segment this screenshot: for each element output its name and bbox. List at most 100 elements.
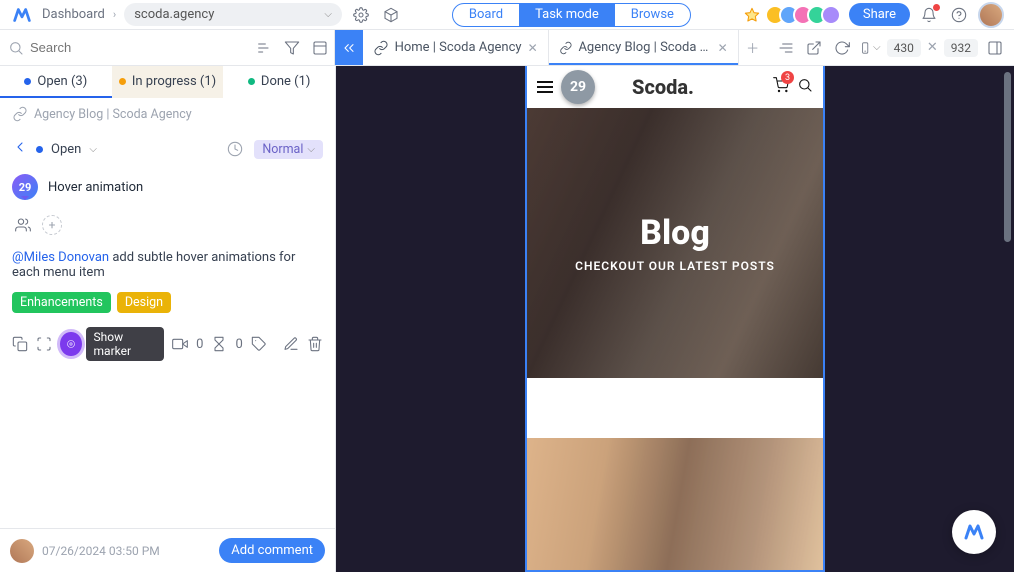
cube-icon[interactable] (380, 4, 402, 26)
marker-icon[interactable] (60, 332, 81, 356)
help-fab[interactable] (952, 510, 996, 554)
marker-bubble[interactable]: 29 (561, 70, 595, 104)
chevron-down-icon[interactable]: ⌵ (89, 144, 97, 155)
edit-icon[interactable] (283, 335, 299, 353)
video-icon[interactable] (172, 335, 188, 353)
time-count: 0 (236, 337, 243, 352)
search-field[interactable] (0, 30, 250, 65)
mode-board[interactable]: Board (453, 4, 519, 26)
preview-area: 29 Scoda. 3 Blog CHECKOUT OUR LATEST POS… (336, 66, 1014, 572)
status-open[interactable]: Open (3) (0, 66, 112, 98)
status-inprogress[interactable]: In progress (1) (112, 66, 224, 98)
open-external-icon[interactable] (803, 37, 825, 59)
add-tab-button[interactable]: ＋ (739, 38, 767, 57)
notifications-icon[interactable] (918, 4, 940, 26)
panels-icon[interactable] (984, 37, 1006, 59)
toolbar: Home | Scoda Agency ✕ Agency Blog | Scod… (0, 30, 1014, 66)
scrollbar-thumb[interactable] (1004, 72, 1011, 242)
mode-browse[interactable]: Browse (615, 4, 690, 26)
cart-icon[interactable]: 3 (773, 77, 789, 97)
people-icon[interactable] (12, 214, 34, 236)
app-logo[interactable] (10, 3, 34, 27)
hero-subtitle: CHECKOUT OUR LATEST POSTS (575, 259, 775, 273)
profile-avatar[interactable] (978, 2, 1004, 28)
close-icon[interactable]: ✕ (528, 41, 538, 55)
status-tabs: Open (3) In progress (1) Done (1) (0, 66, 335, 98)
hourglass-icon[interactable] (211, 335, 227, 353)
menu-icon[interactable] (537, 81, 553, 93)
task-subheader: Open ⌵ Normal⌵ (0, 130, 335, 168)
device-icon[interactable]: ⌵ (859, 37, 881, 59)
filter-icon[interactable] (278, 30, 306, 66)
assignee-row: + (0, 206, 335, 244)
project-selector[interactable]: scoda.agency ⌵ (124, 3, 342, 26)
comment-timestamp: 07/26/2024 03:50 PM (42, 544, 160, 558)
tab-home[interactable]: Home | Scoda Agency ✕ (363, 30, 549, 65)
mention[interactable]: @Miles Donovan (12, 250, 109, 265)
tab-label: Agency Blog | Scoda Age... (578, 40, 711, 55)
add-comment-button[interactable]: Add comment (219, 538, 325, 563)
show-marker-tooltip: Show marker (86, 327, 165, 361)
tag-icon[interactable] (251, 335, 267, 353)
add-assignee-button[interactable]: + (42, 215, 62, 235)
status-done[interactable]: Done (1) (223, 66, 335, 98)
clock-icon[interactable] (224, 138, 246, 160)
task-panel: Open (3) In progress (1) Done (1) Agency… (0, 66, 336, 572)
status-label[interactable]: Open (51, 142, 81, 157)
search-input[interactable] (30, 40, 242, 55)
task-number-badge: 29 (12, 174, 38, 200)
layout-icon[interactable] (306, 30, 334, 66)
scan-icon[interactable] (36, 335, 52, 353)
task-title[interactable]: Hover animation (48, 180, 143, 195)
post-image[interactable] (527, 438, 823, 572)
mode-task[interactable]: Task mode (519, 4, 615, 26)
search-icon (8, 40, 24, 56)
collaborator-avatars[interactable] (771, 5, 841, 25)
settings-icon[interactable] (350, 4, 372, 26)
task-breadcrumb[interactable]: Agency Blog | Scoda Agency (0, 98, 335, 130)
task-tags: Enhancements Design (0, 286, 335, 319)
tab-blog[interactable]: Agency Blog | Scoda Age... ✕ (549, 30, 739, 65)
x-icon: ✕ (927, 40, 938, 55)
device-frame[interactable]: 29 Scoda. 3 Blog CHECKOUT OUR LATEST POS… (525, 66, 825, 572)
search-icon[interactable] (797, 77, 813, 97)
chevron-right-icon: › (113, 8, 116, 21)
task-description[interactable]: @Miles Donovan add subtle hover animatio… (0, 244, 335, 286)
star-icon[interactable] (741, 4, 763, 26)
tab-label: Home | Scoda Agency (395, 40, 522, 55)
project-name: scoda.agency (134, 7, 214, 22)
tag-enhancements[interactable]: Enhancements (12, 292, 111, 313)
site-brand[interactable]: Scoda. (632, 75, 694, 99)
trash-icon[interactable] (307, 335, 323, 353)
chevron-down-icon: ⌵ (324, 9, 332, 20)
tab-strip: Home | Scoda Agency ✕ Agency Blog | Scod… (363, 30, 1014, 65)
back-button[interactable] (12, 139, 28, 159)
status-dot-icon (36, 146, 43, 153)
chevron-down-icon: ⌵ (307, 144, 315, 155)
viewport-width[interactable]: 430 (887, 39, 921, 57)
align-icon[interactable] (775, 37, 797, 59)
top-bar: Dashboard › scoda.agency ⌵ Board Task mo… (0, 0, 1014, 30)
link-icon (559, 40, 573, 56)
cart-count-badge: 3 (781, 71, 794, 84)
refresh-icon[interactable] (831, 37, 853, 59)
viewport-height[interactable]: 932 (944, 39, 978, 57)
help-icon[interactable] (948, 4, 970, 26)
close-icon[interactable]: ✕ (718, 41, 728, 55)
mode-segment: Board Task mode Browse (452, 3, 691, 27)
task-actions: Show marker 0 0 (0, 319, 335, 369)
header-actions: 3 (773, 77, 813, 97)
video-count: 0 (196, 337, 203, 352)
priority-selector[interactable]: Normal⌵ (254, 140, 323, 159)
link-icon (373, 40, 389, 56)
copy-icon[interactable] (12, 335, 28, 353)
comment-bar: 07/26/2024 03:50 PM Add comment (0, 528, 335, 572)
hero-section: Blog CHECKOUT OUR LATEST POSTS (527, 108, 823, 378)
hero-title: Blog (640, 213, 710, 253)
link-icon (12, 106, 28, 122)
sort-icon[interactable] (250, 30, 278, 66)
share-button[interactable]: Share (849, 3, 910, 26)
tag-design[interactable]: Design (117, 292, 171, 313)
breadcrumb-dashboard[interactable]: Dashboard (42, 7, 105, 22)
collapse-sidebar-button[interactable] (335, 30, 363, 65)
